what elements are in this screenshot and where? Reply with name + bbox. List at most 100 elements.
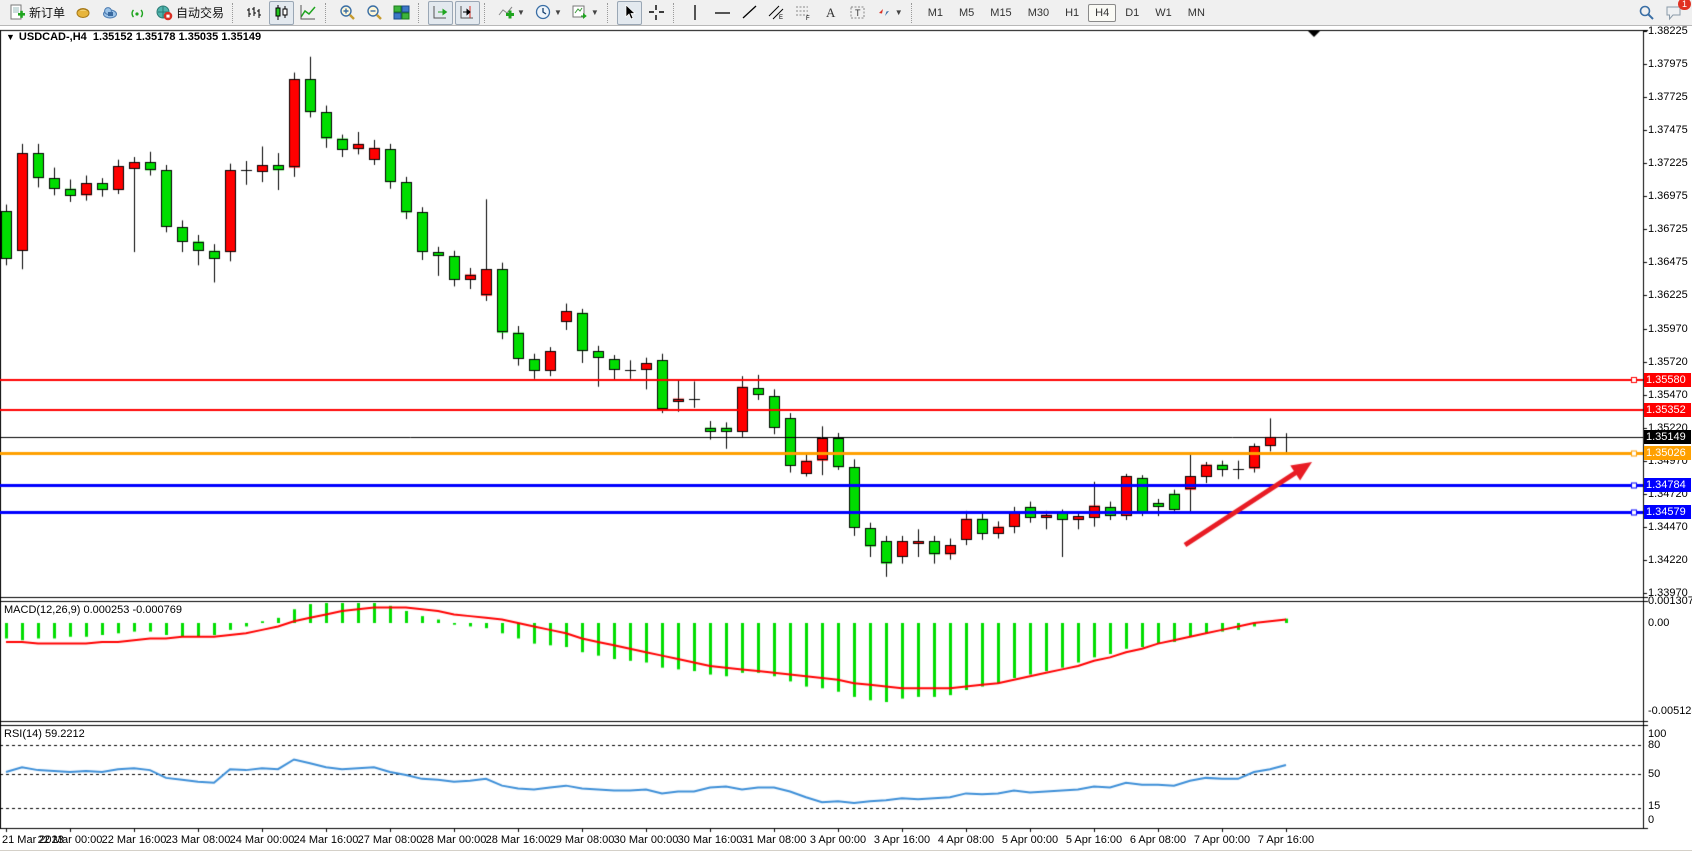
price-axis-tick: 1.36975 [1648, 190, 1688, 202]
chart-shift-button[interactable] [455, 1, 480, 25]
time-axis-label: 3 Apr 16:00 [874, 834, 930, 846]
chevron-down-icon[interactable]: ▼ [517, 8, 525, 17]
price-axis-tick: 1.37725 [1648, 91, 1688, 103]
trendline-button[interactable] [737, 1, 762, 25]
resistance-2-price-badge: 1.35352 [1644, 403, 1691, 417]
toolbar-separator [232, 3, 238, 23]
vertical-line-icon [687, 4, 704, 21]
autotrading-icon [156, 4, 173, 21]
timeframe-m5-button[interactable]: M5 [952, 4, 981, 22]
new-order-icon [9, 4, 26, 21]
macd-signal-value: -0.000769 [132, 604, 182, 616]
zoom-out-icon [366, 4, 383, 21]
svg-text:A: A [826, 5, 836, 20]
time-axis-label: 5 Apr 16:00 [1066, 834, 1122, 846]
svg-text:F: F [806, 16, 810, 21]
arrows-icon [876, 4, 893, 21]
cursor-button[interactable] [617, 1, 642, 25]
timeframe-m15-button[interactable]: M15 [983, 4, 1018, 22]
channel-button[interactable]: E [764, 1, 789, 25]
timeframe-h1-button[interactable]: H1 [1058, 4, 1086, 22]
label-button[interactable]: T [845, 1, 870, 25]
macd-axis-tick: 0.00 [1648, 617, 1669, 629]
macd-axis-tick: -0.005123 [1648, 705, 1692, 717]
toolbar-separator [325, 3, 331, 23]
pivot-orange-price-badge: 1.35026 [1644, 446, 1691, 460]
timeframe-m30-button[interactable]: M30 [1021, 4, 1056, 22]
publisher-icon[interactable] [98, 1, 123, 25]
time-axis-label: 30 Mar 00:00 [614, 834, 679, 846]
new-order-button-label: 新订单 [29, 4, 65, 21]
bar-chart-icon [246, 4, 263, 21]
time-axis-label: 23 Mar 08:00 [166, 834, 231, 846]
arrows-button[interactable]: ▼ [872, 1, 907, 25]
chart-window: ▼ USDCAD-,H4 1.35152 1.35178 1.35035 1.35… [0, 26, 1692, 850]
bar-chart-button[interactable] [242, 1, 267, 25]
chart-shift-icon [459, 4, 476, 21]
tile-windows-button[interactable] [389, 1, 414, 25]
indicators-icon [498, 4, 515, 21]
time-axis-label: 4 Apr 08:00 [938, 834, 994, 846]
timeframe-d1-button[interactable]: D1 [1118, 4, 1146, 22]
chart-ohlc-values: 1.35152 1.35178 1.35035 1.35149 [93, 31, 261, 43]
tile-windows-icon [393, 4, 410, 21]
price-axis-tick: 1.35970 [1648, 323, 1688, 335]
line-chart-button[interactable] [296, 1, 321, 25]
chart-canvas[interactable] [0, 26, 1692, 850]
auto-scroll-button[interactable] [428, 1, 453, 25]
zoom-in-button[interactable] [335, 1, 360, 25]
search-button[interactable] [1634, 1, 1659, 25]
rsi-value: 59.2212 [45, 728, 85, 740]
indicators-button[interactable]: ▼ [494, 1, 529, 25]
vertical-line-button[interactable] [683, 1, 708, 25]
support-1-price-badge: 1.34784 [1644, 478, 1691, 492]
candlestick-button[interactable] [269, 1, 294, 25]
time-axis-label: 31 Mar 08:00 [742, 834, 807, 846]
price-axis-tick: 1.37975 [1648, 58, 1688, 70]
chevron-down-icon[interactable]: ▼ [6, 32, 15, 42]
chart-title[interactable]: ▼ USDCAD-,H4 1.35152 1.35178 1.35035 1.35… [6, 31, 261, 43]
notifications-button[interactable]: 1 [1661, 1, 1687, 25]
new-order-button[interactable]: 新订单 [5, 1, 69, 25]
time-axis-label: 28 Mar 16:00 [486, 834, 551, 846]
periods-button[interactable]: ▼ [531, 1, 566, 25]
chevron-down-icon[interactable]: ▼ [895, 8, 903, 17]
templates-icon [572, 4, 589, 21]
chart-symbol-period: USDCAD-,H4 [19, 31, 87, 43]
current-price-price-badge: 1.35149 [1644, 430, 1691, 444]
time-axis-label: 27 Mar 08:00 [358, 834, 423, 846]
chevron-down-icon[interactable]: ▼ [591, 8, 599, 17]
crosshair-icon [648, 4, 665, 21]
timeframe-h4-button[interactable]: H4 [1088, 4, 1116, 22]
time-axis-label: 24 Mar 00:00 [230, 834, 295, 846]
toolbar-separator [673, 3, 679, 23]
signals-icon[interactable] [125, 1, 150, 25]
autotrading-button[interactable]: 自动交易 [152, 1, 228, 25]
zoom-out-button[interactable] [362, 1, 387, 25]
search-icon [1638, 4, 1655, 21]
crosshair-button[interactable] [644, 1, 669, 25]
candlestick-icon [273, 4, 290, 21]
time-axis-label: 28 Mar 00:00 [422, 834, 487, 846]
timeframe-m1-button[interactable]: M1 [921, 4, 950, 22]
timeframe-w1-button[interactable]: W1 [1148, 4, 1179, 22]
macd-name: MACD(12,26,9) [4, 604, 80, 616]
time-axis-label: 22 Mar 00:00 [38, 834, 103, 846]
fibonacci-button[interactable]: F [791, 1, 816, 25]
price-axis-tick: 1.34470 [1648, 521, 1688, 533]
text-button[interactable]: A [818, 1, 843, 25]
rsi-indicator-label: RSI(14) 59.2212 [4, 728, 85, 740]
notification-count-badge: 1 [1678, 0, 1691, 10]
timeframe-mn-button[interactable]: MN [1181, 4, 1212, 22]
rsi-axis-tick: 100 [1648, 728, 1666, 740]
time-axis-label: 5 Apr 00:00 [1002, 834, 1058, 846]
horizontal-line-button[interactable] [710, 1, 735, 25]
chevron-down-icon[interactable]: ▼ [554, 8, 562, 17]
price-axis-tick: 1.37225 [1648, 157, 1688, 169]
time-axis-label: 6 Apr 08:00 [1130, 834, 1186, 846]
auto-scroll-icon [432, 4, 449, 21]
macd-main-value: 0.000253 [83, 604, 129, 616]
chart-profile-icon[interactable] [71, 1, 96, 25]
templates-button[interactable]: ▼ [568, 1, 603, 25]
chart-profile-icon-icon [75, 4, 92, 21]
